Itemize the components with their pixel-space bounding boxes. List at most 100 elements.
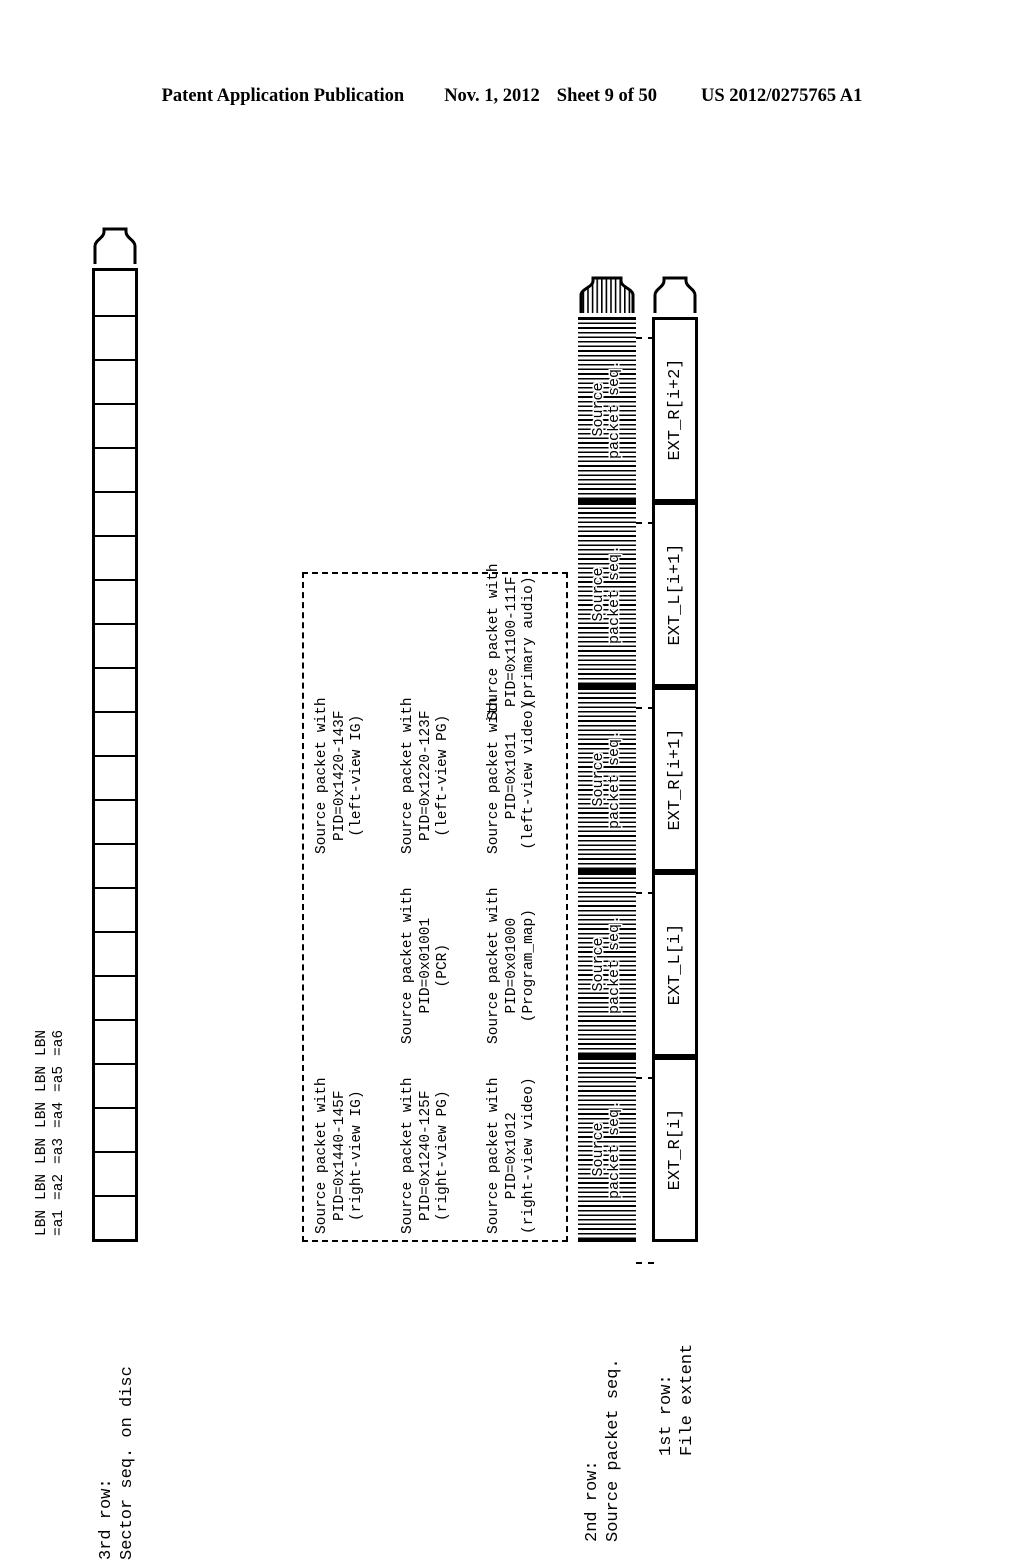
source-packet-seq-label: Source packet seq. <box>590 729 623 830</box>
source-packet-seq-label: Source packet seq. <box>590 1099 623 1200</box>
annotation-line2: PID=0x1011 <box>503 732 520 820</box>
source-packet-annotation-3: Source packet with PID=0x01000 (Program_ma… <box>486 887 539 1044</box>
sector-cell <box>95 1019 135 1063</box>
lbn-value: =a5 <box>50 1065 67 1092</box>
lbn-name: LBN <box>34 1137 50 1164</box>
sector-cell <box>95 535 135 579</box>
sector-cell <box>95 1063 135 1107</box>
lbn-value: =a3 <box>50 1137 67 1164</box>
extent-connector-3 <box>636 707 654 709</box>
caption-row3-line1: 3rd row: <box>97 1478 116 1560</box>
annotation-line2: PID=0x01000 <box>503 917 520 1014</box>
source-packet-seq-label-line2: packet seq. <box>606 1099 623 1200</box>
lbn-label-2: LBN =a3 <box>34 1138 67 1164</box>
publication-label: Patent Application Publication <box>161 86 405 106</box>
lbn-value: =a4 <box>50 1101 67 1128</box>
lbn-label-1: LBN =a2 <box>34 1174 67 1200</box>
source-packet-segment-4: Source packet seq. <box>578 317 636 502</box>
source-packet-segment-1: Source packet seq. <box>578 872 636 1057</box>
source-packet-annotation-1: Source packet with PID=0x1240-125F (right-… <box>400 1077 453 1234</box>
sector-cell <box>95 975 135 1019</box>
sector-cell <box>95 931 135 975</box>
extent-connector-2 <box>636 892 654 894</box>
caption-row2-line2: Source packet seq. <box>604 1358 624 1542</box>
source-packet-annotation-4: Source packet with PID=0x01001 (PCR) <box>400 887 453 1044</box>
source-packet-torn-edge-icon <box>578 275 636 317</box>
lbn-name: LBN <box>34 1101 50 1128</box>
source-packet-seq-label-line1: Source <box>590 752 608 807</box>
extent-connector-end <box>636 337 654 339</box>
source-packet-seq-label-line2: packet seq. <box>606 359 623 460</box>
annotation-line2: PID=0x1440-145F <box>331 1090 348 1221</box>
sector-cell <box>95 447 135 491</box>
annotation-line3: (PCR) <box>435 943 452 988</box>
source-packet-segment-0: Source packet seq. <box>578 1057 636 1242</box>
annotation-line1: Source packet with <box>400 1077 416 1234</box>
lbn-label-0: LBN =a1 <box>34 1210 67 1236</box>
source-packet-annotation-2: Source packet with PID=0x1440-145F (right-… <box>314 1077 367 1234</box>
annotation-line1: Source packet with <box>486 1077 502 1234</box>
lbn-value: =a1 <box>50 1209 67 1236</box>
caption-row3: 3rd row: Sector seq. on disc <box>96 1366 139 1560</box>
source-packet-annotation-0: Source packet with PID=0x1012 (right-view … <box>486 1077 539 1234</box>
extent-connector-4 <box>636 522 654 524</box>
extent-connector-0 <box>636 1262 654 1264</box>
source-packet-seq-label-line2: packet seq. <box>606 729 623 830</box>
file-extent-box-1: EXT_L[i] <box>652 872 698 1057</box>
annotation-line1: Source packet with <box>314 1077 330 1234</box>
sector-cell <box>95 667 135 711</box>
file-extent-box-4: EXT_R[i+2] <box>652 317 698 502</box>
sector-cell <box>95 843 135 887</box>
source-packet-annotation-7: Source packet with PID=0x1420-143F (left-v… <box>314 697 367 854</box>
annotation-line2: PID=0x1220-123F <box>417 710 434 841</box>
source-packet-seq-label-line2: packet seq. <box>606 914 623 1015</box>
sector-strip <box>92 268 138 1242</box>
file-extent-label: EXT_R[i+1] <box>665 728 685 831</box>
lbn-label-3: LBN =a4 <box>34 1102 67 1128</box>
sector-cell <box>95 403 135 447</box>
source-packet-annotation-box: Source packet with PID=0x1012 (right-view … <box>302 563 568 1242</box>
sector-cell <box>95 315 135 359</box>
annotation-line3: (left-view PG) <box>435 714 452 837</box>
caption-row2: 2nd row: Source packet seq. <box>582 1358 625 1542</box>
caption-row1-line1: 1st row: <box>657 1374 676 1456</box>
sector-cell <box>95 1151 135 1195</box>
annotation-line3: (left-view IG) <box>349 714 366 837</box>
patent-number: US 2012/0275765 A1 <box>700 86 863 106</box>
sector-cell <box>95 271 135 315</box>
source-packet-seq-label-line2: packet seq. <box>606 544 623 645</box>
annotation-line2: PID=0x1012 <box>503 1112 520 1200</box>
source-packet-annotation-6: Source packet with PID=0x1220-123F (left-v… <box>400 697 453 854</box>
sector-cell <box>95 755 135 799</box>
file-extent-label: EXT_L[i+1] <box>665 543 685 646</box>
source-packet-annotation-5: Source packet with PID=0x1011 (left-view v… <box>486 697 539 854</box>
source-packet-seq-label-line1: Source <box>590 937 608 992</box>
annotation-line3: (primary audio) <box>521 576 538 707</box>
sector-cell <box>95 711 135 755</box>
annotation-line1: Source packet with <box>486 697 502 854</box>
lbn-label-row: LBN =a1 LBN =a2 LBN =a3 LBN =a4 LBN =a5 LBN =a6 <box>34 277 86 1242</box>
lbn-value: =a6 <box>50 1029 67 1056</box>
lbn-name: LBN <box>34 1065 50 1092</box>
sector-cell <box>95 1107 135 1151</box>
source-packet-seq-label-line1: Source <box>590 1122 608 1177</box>
caption-row3-line2: Sector seq. on disc <box>118 1366 138 1560</box>
sector-cell <box>95 1195 135 1239</box>
sector-cell <box>95 799 135 843</box>
sheet-number: Sheet 9 of 50 <box>556 86 657 106</box>
caption-row1-line2: File extent <box>678 1343 698 1456</box>
file-extent-row: EXT_R[i] EXT_L[i] EXT_R[i+1] EXT_L[i+1] EXT_… <box>652 276 698 1242</box>
annotation-line3: (Program_map) <box>521 909 538 1023</box>
file-extent-box-3: EXT_L[i+1] <box>652 502 698 687</box>
annotation-line3: (right-view video) <box>521 1077 538 1234</box>
file-extent-box-2: EXT_R[i+1] <box>652 687 698 872</box>
source-packet-seq-label-line1: Source <box>590 567 608 622</box>
annotation-line2: PID=0x1100-111F <box>503 576 520 707</box>
annotation-line1: Source packet with <box>400 887 416 1044</box>
file-extent-label: EXT_L[i] <box>665 923 685 1006</box>
lbn-name: LBN <box>34 1209 50 1236</box>
annotation-line3: (right-view PG) <box>435 1090 452 1221</box>
source-packet-segment-2: Source packet seq. <box>578 687 636 872</box>
figure-9: FIG. 9 1st row: File extent 2nd row: Sou… <box>34 227 842 1560</box>
annotation-line1: Source packet with <box>486 563 502 720</box>
